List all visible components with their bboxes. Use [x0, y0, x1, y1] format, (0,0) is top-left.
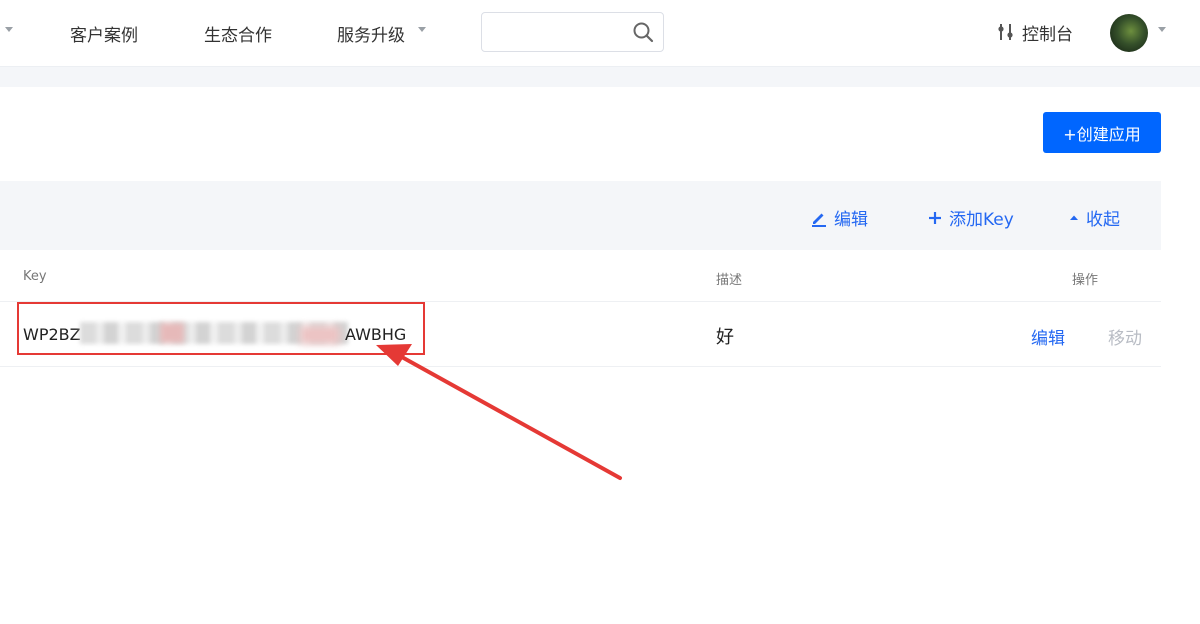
annotation-arrow-icon [376, 344, 622, 480]
